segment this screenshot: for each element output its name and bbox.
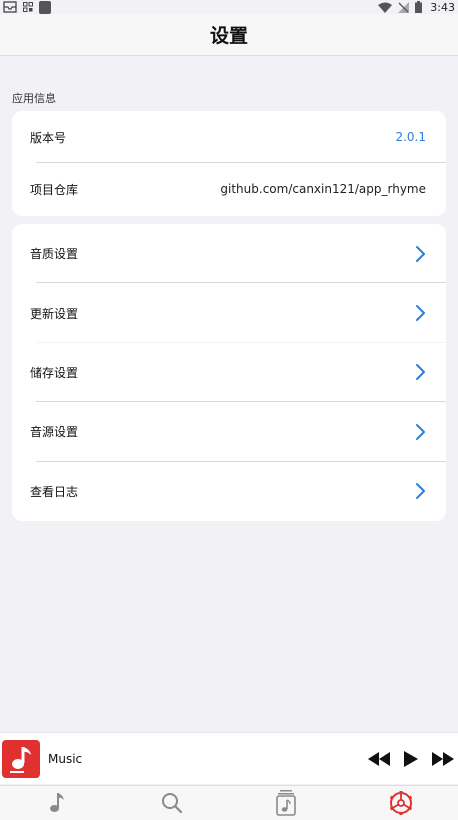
repository-label: 项目仓库: [30, 182, 79, 197]
chevron-right-icon: [414, 245, 426, 263]
music-note-icon: [10, 746, 31, 773]
settings-icon: [389, 791, 412, 815]
inbox-icon: [3, 1, 17, 13]
settings-item-storage[interactable]: 储存设置: [12, 343, 446, 403]
status-bar-left: [3, 0, 51, 14]
settings-item-label: 音源设置: [30, 425, 79, 440]
previous-icon[interactable]: [368, 751, 390, 766]
music-note-icon: [50, 793, 65, 812]
album-art[interactable]: [2, 739, 40, 778]
chevron-right-icon: [414, 363, 426, 381]
settings-item-update[interactable]: 更新设置: [12, 283, 446, 343]
page-title: 设置: [209, 25, 248, 47]
battery-icon: [415, 1, 423, 13]
mini-player[interactable]: Music: [0, 732, 458, 784]
tab-music[interactable]: [0, 786, 115, 820]
section-header-app-info: 应用信息: [12, 92, 56, 105]
next-icon[interactable]: [432, 751, 454, 766]
chevron-right-icon: [414, 423, 426, 441]
signal-off-icon: [398, 1, 410, 13]
settings-card: 音质设置 更新设置 储存设置 音源设置 查看日志: [12, 224, 446, 521]
tab-bar: [0, 785, 458, 820]
player-controls: [368, 750, 454, 767]
search-icon: [161, 793, 182, 814]
play-icon[interactable]: [404, 750, 418, 767]
library-icon: [276, 790, 297, 816]
settings-item-label: 查看日志: [30, 484, 79, 499]
version-row: 版本号 2.0.1: [12, 111, 446, 163]
tab-search[interactable]: [115, 786, 230, 820]
repository-link[interactable]: github.com/canxin121/app_rhyme: [220, 182, 426, 196]
repository-row[interactable]: 项目仓库 github.com/canxin121/app_rhyme: [12, 163, 446, 215]
status-bar-right: 3:43: [378, 1, 455, 14]
chevron-right-icon: [414, 304, 426, 322]
app-info-card: 版本号 2.0.1 项目仓库 github.com/canxin121/app_…: [12, 111, 446, 216]
square-icon: [39, 0, 51, 14]
tab-settings[interactable]: [344, 786, 458, 820]
version-label: 版本号: [30, 130, 67, 145]
status-bar: 3:43: [0, 0, 458, 14]
settings-item-label: 储存设置: [30, 365, 79, 380]
chevron-right-icon: [414, 482, 426, 500]
settings-item-label: 音质设置: [30, 247, 79, 262]
player-track-title: Music: [48, 751, 83, 766]
navigation-bar: 设置: [0, 14, 458, 56]
grid-icon: [23, 2, 33, 12]
settings-item-source[interactable]: 音源设置: [12, 402, 446, 462]
tab-library[interactable]: [229, 786, 344, 820]
settings-item-label: 更新设置: [30, 306, 79, 321]
settings-item-logs[interactable]: 查看日志: [12, 462, 446, 521]
version-value: 2.0.1: [395, 130, 426, 144]
status-time: 3:43: [430, 0, 455, 14]
wifi-icon: [378, 2, 393, 13]
settings-item-quality[interactable]: 音质设置: [12, 224, 446, 284]
